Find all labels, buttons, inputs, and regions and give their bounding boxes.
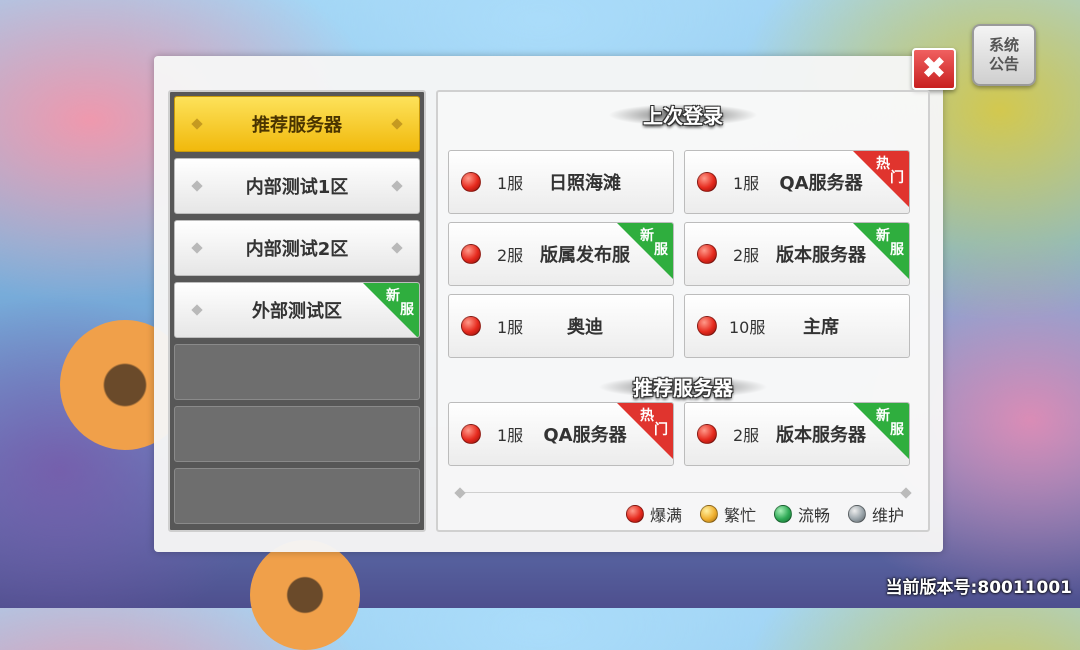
server-status-icon xyxy=(697,172,717,192)
legend-label: 维护 xyxy=(871,506,904,525)
badge-char: 新 xyxy=(640,228,654,244)
server-card[interactable]: 2服 版本服务器新服 xyxy=(684,402,910,466)
close-button[interactable]: ✖ xyxy=(912,48,956,90)
server-name: 版本服务器 xyxy=(776,245,866,266)
server-status-icon xyxy=(461,244,481,264)
version-label: 当前版本号:80011001 xyxy=(885,578,1072,598)
server-number: 1服 xyxy=(497,426,524,445)
badge-char: 新 xyxy=(386,288,400,304)
legend-label: 流畅 xyxy=(797,506,830,525)
server-status-icon xyxy=(461,424,481,444)
server-group-label: 内部测试1区 xyxy=(245,177,349,198)
server-group-tab[interactable]: 外部测试区新服 xyxy=(174,282,420,338)
server-status-icon xyxy=(461,172,481,192)
server-name: 主席 xyxy=(803,317,839,338)
server-status-icon xyxy=(697,424,717,444)
diamond-icon xyxy=(391,242,403,254)
legend-label: 爆满 xyxy=(649,506,682,525)
divider-diamond-icon xyxy=(900,486,912,499)
server-group-sidebar: 推荐服务器 内部测试1区 内部测试2区 外部测试区新服 xyxy=(168,90,426,532)
legend-item: 维护 xyxy=(847,502,904,526)
status-dot-icon xyxy=(625,505,644,523)
server-number: 1服 xyxy=(733,174,760,193)
divider-diamond-icon xyxy=(454,486,466,499)
server-name: 版属发布服 xyxy=(540,245,630,266)
diamond-icon xyxy=(391,180,403,192)
server-name: 奥迪 xyxy=(567,317,603,338)
legend-item: 繁忙 xyxy=(699,502,756,526)
new-server-badge: 新服 xyxy=(363,283,419,337)
server-number: 10服 xyxy=(729,318,766,337)
badge-char: 服 xyxy=(400,302,414,318)
last-login-title: 上次登录 xyxy=(643,104,723,128)
badge-char: 热 xyxy=(640,408,654,424)
badge-char: 新 xyxy=(876,408,890,424)
empty-slot xyxy=(174,406,420,462)
server-status-icon xyxy=(697,244,717,264)
diamond-icon xyxy=(391,118,403,130)
status-dot-icon xyxy=(773,505,792,523)
diamond-icon xyxy=(191,242,203,254)
status-legend: 爆满 繁忙 流畅 维护 xyxy=(608,502,904,526)
server-group-tab[interactable]: 内部测试2区 xyxy=(174,220,420,276)
server-name: 版本服务器 xyxy=(776,425,866,446)
badge-char: 门 xyxy=(654,422,668,438)
server-number: 2服 xyxy=(733,426,760,445)
server-name: 日照海滩 xyxy=(549,173,621,194)
server-group-label: 外部测试区 xyxy=(252,301,342,322)
notice-label-line2: 公告 xyxy=(988,55,1019,73)
diamond-icon xyxy=(191,118,203,130)
badge-char: 热 xyxy=(876,156,890,172)
server-card[interactable]: 2服 版本服务器新服 xyxy=(684,222,910,286)
legend-item: 流畅 xyxy=(773,502,830,526)
diamond-icon xyxy=(191,304,203,316)
server-card[interactable]: 10服 主席 xyxy=(684,294,910,358)
server-status-icon xyxy=(461,316,481,336)
server-card[interactable]: 1服 QA服务器热门 xyxy=(448,402,674,466)
close-icon: ✖ xyxy=(921,51,947,86)
server-number: 2服 xyxy=(733,246,760,265)
server-number: 2服 xyxy=(497,246,524,265)
server-number: 1服 xyxy=(497,318,524,337)
legend-item: 爆满 xyxy=(625,502,682,526)
empty-slot xyxy=(174,344,420,400)
background-flower xyxy=(250,540,360,650)
server-number: 1服 xyxy=(497,174,524,193)
server-group-tab[interactable]: 内部测试1区 xyxy=(174,158,420,214)
legend-label: 繁忙 xyxy=(723,506,756,525)
empty-slot xyxy=(174,468,420,524)
server-name: QA服务器 xyxy=(543,425,627,446)
server-group-tab[interactable]: 推荐服务器 xyxy=(174,96,420,152)
server-group-label: 推荐服务器 xyxy=(252,115,342,136)
server-list-area: 上次登录 1服 日照海滩 1服 QA服务器热门 2服 版属发布服新服 2服 版本服务器新服 1服… xyxy=(436,90,930,532)
badge-char: 服 xyxy=(890,422,904,438)
badge-char: 服 xyxy=(890,242,904,258)
server-card[interactable]: 1服 奥迪 xyxy=(448,294,674,358)
server-group-label: 内部测试2区 xyxy=(245,239,349,260)
badge-char: 新 xyxy=(876,228,890,244)
status-dot-icon xyxy=(847,505,866,523)
notice-label-line1: 系统 xyxy=(988,36,1019,54)
server-card[interactable]: 1服 日照海滩 xyxy=(448,150,674,214)
status-dot-icon xyxy=(699,505,718,523)
system-notice-button[interactable]: 系统 公告 xyxy=(972,24,1036,86)
server-name: QA服务器 xyxy=(779,173,863,194)
server-card[interactable]: 1服 QA服务器热门 xyxy=(684,150,910,214)
diamond-icon xyxy=(191,180,203,192)
badge-char: 门 xyxy=(890,170,904,186)
recommended-title: 推荐服务器 xyxy=(633,376,733,400)
badge-char: 服 xyxy=(654,242,668,258)
server-status-icon xyxy=(697,316,717,336)
server-card[interactable]: 2服 版属发布服新服 xyxy=(448,222,674,286)
divider xyxy=(454,486,912,499)
